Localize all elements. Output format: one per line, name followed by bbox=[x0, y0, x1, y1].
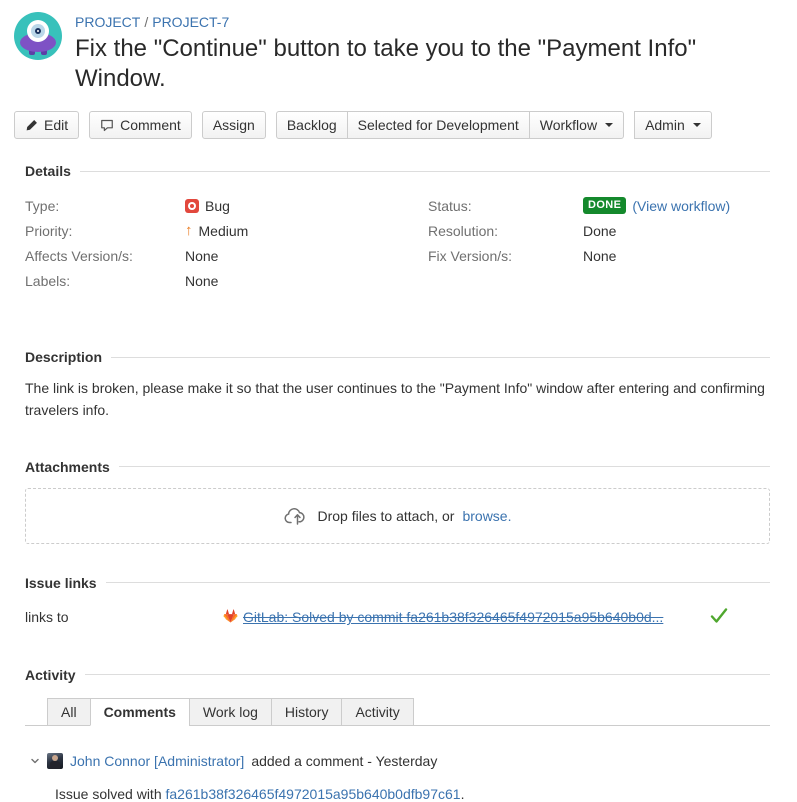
issue-links-section: Issue links links to GitLab: Solved by c… bbox=[0, 575, 797, 627]
status-badge: DONE bbox=[583, 197, 626, 213]
comment-text: Issue solved with bbox=[55, 786, 166, 802]
workflow-dropdown-button[interactable]: Workflow bbox=[529, 111, 624, 139]
tab-all[interactable]: All bbox=[47, 698, 91, 726]
bug-icon bbox=[185, 199, 199, 213]
admin-button-group: Admin bbox=[634, 111, 712, 139]
section-divider bbox=[106, 582, 770, 583]
user-photo-avatar bbox=[47, 753, 63, 769]
section-divider bbox=[85, 674, 770, 675]
comment-text-suffix: . bbox=[461, 786, 465, 802]
details-heading: Details bbox=[25, 163, 71, 179]
gitlab-tanuki-icon bbox=[223, 609, 238, 626]
dropzone-text: Drop files to attach, or bbox=[318, 508, 455, 524]
breadcrumb-issue-link[interactable]: PROJECT-7 bbox=[152, 14, 229, 30]
description-heading: Description bbox=[25, 349, 102, 365]
field-labels: Labels: None bbox=[25, 268, 428, 293]
pencil-icon bbox=[25, 119, 38, 132]
commit-hash-link[interactable]: fa261b38f326465f4972015a95b640b0dfb97c61 bbox=[166, 786, 461, 802]
comment-button[interactable]: Comment bbox=[89, 111, 192, 139]
selected-for-development-label: Selected for Development bbox=[358, 117, 519, 133]
breadcrumb-project-link[interactable]: PROJECT bbox=[75, 14, 140, 30]
tab-history[interactable]: History bbox=[271, 698, 343, 726]
workflow-button-label: Workflow bbox=[540, 117, 597, 133]
workflow-button-group: Backlog Selected for Development Workflo… bbox=[276, 111, 624, 139]
type-label: Type: bbox=[25, 198, 185, 214]
breadcrumb: PROJECT/PROJECT-7 bbox=[75, 14, 770, 30]
field-priority: Priority: ↑ Medium bbox=[25, 218, 428, 243]
description-section: Description The link is broken, please m… bbox=[0, 349, 797, 422]
attachments-section: Attachments Drop files to attach, or bro… bbox=[0, 459, 797, 544]
project-avatar-icon bbox=[14, 12, 62, 60]
fix-versions-label: Fix Version/s: bbox=[428, 248, 583, 264]
section-divider bbox=[119, 466, 770, 467]
field-affects-versions: Affects Version/s: None bbox=[25, 243, 428, 268]
speech-bubble-icon bbox=[100, 118, 114, 132]
tab-comments[interactable]: Comments bbox=[90, 698, 190, 726]
backlog-button-label: Backlog bbox=[287, 117, 337, 133]
type-value: Bug bbox=[205, 198, 230, 214]
link-relation-label: links to bbox=[25, 609, 223, 625]
green-check-icon bbox=[710, 608, 728, 627]
caret-down-icon bbox=[605, 123, 613, 127]
browse-link[interactable]: browse. bbox=[462, 508, 511, 524]
assign-button[interactable]: Assign bbox=[202, 111, 266, 139]
breadcrumb-separator: / bbox=[144, 14, 148, 30]
cloud-upload-icon bbox=[284, 505, 310, 527]
labels-label: Labels: bbox=[25, 273, 185, 289]
arrow-up-icon: ↑ bbox=[185, 223, 193, 238]
issue-header: PROJECT/PROJECT-7 Fix the "Continue" but… bbox=[0, 0, 797, 94]
status-label: Status: bbox=[428, 198, 583, 214]
issue-toolbar: Edit Comment Assign Backlog Selected for… bbox=[0, 111, 797, 139]
comment-button-label: Comment bbox=[120, 117, 181, 133]
tab-work-log[interactable]: Work log bbox=[189, 698, 272, 726]
attachments-heading: Attachments bbox=[25, 459, 110, 475]
caret-down-icon bbox=[693, 123, 701, 127]
backlog-button[interactable]: Backlog bbox=[276, 111, 348, 139]
admin-dropdown-button[interactable]: Admin bbox=[634, 111, 712, 139]
labels-value: None bbox=[185, 273, 218, 289]
activity-tabs: All Comments Work log History Activity bbox=[25, 698, 770, 726]
resolution-value: Done bbox=[583, 223, 616, 239]
edit-button-label: Edit bbox=[44, 117, 68, 133]
chevron-down-icon[interactable] bbox=[30, 756, 40, 766]
field-status: Status: DONE (View workflow) bbox=[428, 193, 770, 218]
section-divider bbox=[80, 171, 770, 172]
admin-button-label: Admin bbox=[645, 117, 685, 133]
comment-body: Issue solved with fa261b38f326465f497201… bbox=[30, 786, 770, 802]
section-divider bbox=[111, 357, 770, 358]
field-fix-versions: Fix Version/s: None bbox=[428, 243, 770, 268]
affects-versions-value: None bbox=[185, 248, 218, 264]
details-section: Details Type: Bug Priority: ↑ Medium Aff… bbox=[0, 163, 797, 293]
activity-section: Activity All Comments Work log History A… bbox=[0, 667, 797, 802]
edit-button[interactable]: Edit bbox=[14, 111, 79, 139]
comment-meta: added a comment - Yesterday bbox=[251, 753, 437, 769]
description-text: The link is broken, please make it so th… bbox=[25, 377, 770, 422]
assign-button-label: Assign bbox=[213, 117, 255, 133]
field-resolution: Resolution: Done bbox=[428, 218, 770, 243]
resolution-label: Resolution: bbox=[428, 223, 583, 239]
fix-versions-value: None bbox=[583, 248, 616, 264]
field-type: Type: Bug bbox=[25, 193, 428, 218]
tab-activity[interactable]: Activity bbox=[341, 698, 413, 726]
view-workflow-link[interactable]: (View workflow) bbox=[632, 198, 730, 214]
comment-author-link[interactable]: John Connor [Administrator] bbox=[70, 753, 244, 769]
activity-heading: Activity bbox=[25, 667, 76, 683]
file-dropzone[interactable]: Drop files to attach, or browse. bbox=[25, 488, 770, 544]
issue-link-row: links to GitLab: Solved by commit fa261b… bbox=[25, 608, 770, 627]
priority-value: Medium bbox=[199, 223, 249, 239]
gitlab-commit-link[interactable]: GitLab: Solved by commit fa261b38f326465… bbox=[243, 609, 663, 625]
selected-for-development-button[interactable]: Selected for Development bbox=[347, 111, 530, 139]
issue-links-heading: Issue links bbox=[25, 575, 97, 591]
comment-item: John Connor [Administrator] added a comm… bbox=[25, 753, 770, 802]
page-title: Fix the "Continue" button to take you to… bbox=[75, 34, 770, 94]
priority-label: Priority: bbox=[25, 223, 185, 239]
affects-versions-label: Affects Version/s: bbox=[25, 248, 185, 264]
